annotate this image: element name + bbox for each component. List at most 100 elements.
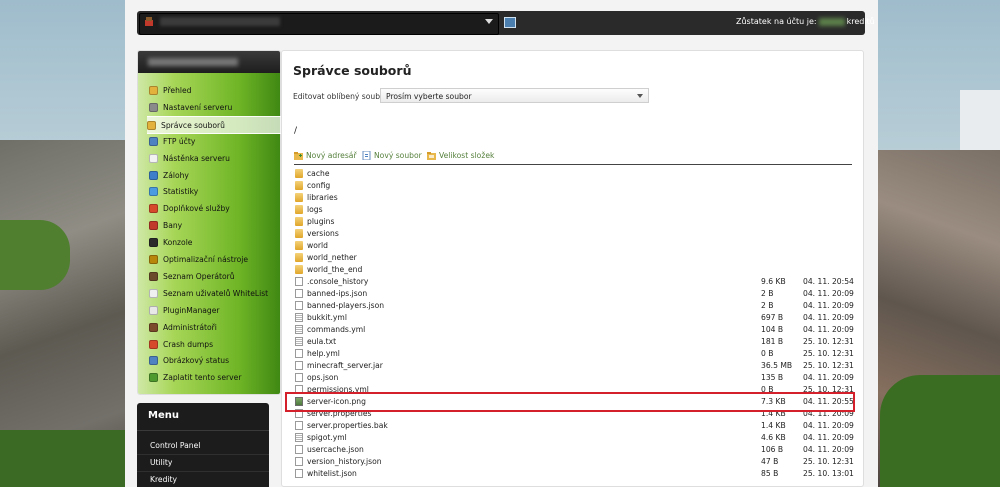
sidebar-item-ban[interactable]: Bany <box>149 217 279 233</box>
file-name: world_the_end <box>307 265 363 274</box>
file-row[interactable]: version_history.json 47 B 25. 10. 12:31 <box>294 456 854 468</box>
sidebar-item-whitelist[interactable]: Seznam uživatelů WhiteList <box>149 285 279 301</box>
file-icon <box>295 469 303 478</box>
sidebar-item-image-status[interactable]: Obrázkový status <box>149 352 279 368</box>
sidebar-item-label: Seznam Operátorů <box>163 271 235 281</box>
sidebar-item-label: Obrázkový status <box>163 355 230 365</box>
sidebar-server-name-redacted <box>148 58 238 66</box>
file-name: eula.txt <box>307 337 337 346</box>
file-row[interactable]: help.yml 0 B 25. 10. 12:31 <box>294 348 854 360</box>
sidebar-item-label: FTP účty <box>163 136 196 146</box>
sidebar-item-chart[interactable]: Statistiky <box>149 183 279 199</box>
favorite-file-select[interactable]: Prosím vyberte soubor <box>380 88 649 103</box>
file-name: help.yml <box>307 349 340 358</box>
file-date: 04. 11. 20:09 <box>803 313 854 322</box>
menu-item-control-panel[interactable]: Control Panel <box>150 441 200 450</box>
sidebar-item-crash[interactable]: Crash dumps <box>149 336 279 352</box>
file-name: minecraft_server.jar <box>307 361 383 370</box>
sidebar-item-backup[interactable]: Zálohy <box>149 167 279 183</box>
folder-row[interactable]: config <box>294 180 852 192</box>
file-name: bukkit.yml <box>307 313 347 322</box>
gift-icon <box>149 203 158 213</box>
file-name: config <box>307 181 331 190</box>
folder-icon <box>295 181 303 190</box>
file-row[interactable]: minecraft_server.jar 36.5 MB 25. 10. 12:31 <box>294 360 854 372</box>
sidebar-item-label: Bany <box>163 220 183 230</box>
folder-row[interactable]: versions <box>294 228 852 240</box>
file-icon <box>295 373 303 382</box>
sidebar-item-admin[interactable]: Administrátoři <box>149 319 279 335</box>
ftp-icon <box>149 136 158 146</box>
file-date: 25. 10. 13:01 <box>803 469 854 478</box>
menu-item-utility[interactable]: Utility <box>150 458 172 467</box>
folder-size-button[interactable]: Velikost složek <box>427 151 494 160</box>
file-name: server.properties.bak <box>307 421 388 430</box>
file-name: logs <box>307 205 323 214</box>
balance-label: Zůstatek na účtu je: <box>736 17 817 26</box>
folder-row[interactable]: world_the_end <box>294 264 852 276</box>
menu-divider <box>137 454 269 455</box>
sidebar-item-gift[interactable]: Doplňkové služby <box>149 200 279 216</box>
balance-suffix: kreditů <box>846 17 875 26</box>
file-icon <box>295 313 303 322</box>
file-row[interactable]: .console_history 9.6 KB 04. 11. 20:54 <box>294 276 854 288</box>
file-row[interactable]: spigot.yml 4.6 KB 04. 11. 20:09 <box>294 432 854 444</box>
highlight-box <box>285 392 855 412</box>
sidebar-item-folder[interactable]: Správce souborů <box>147 116 281 134</box>
file-date: 04. 11. 20:09 <box>803 325 854 334</box>
file-date: 25. 10. 12:31 <box>803 349 854 358</box>
file-date: 25. 10. 12:31 <box>803 361 854 370</box>
file-size: 181 B <box>761 337 784 346</box>
crash-icon <box>149 339 158 349</box>
sidebar-item-console[interactable]: Konzole <box>149 234 279 250</box>
folder-row[interactable]: world_nether <box>294 252 852 264</box>
whitelist-icon <box>149 288 158 298</box>
file-row[interactable]: eula.txt 181 B 25. 10. 12:31 <box>294 336 854 348</box>
sidebar-item-plugin[interactable]: PluginManager <box>149 302 279 318</box>
new-file-label: Nový soubor <box>374 151 422 160</box>
file-row[interactable]: banned-players.json 2 B 04. 11. 20:09 <box>294 300 854 312</box>
sidebar-item-board[interactable]: Nástěnka serveru <box>149 150 279 166</box>
file-row[interactable]: server.properties.bak 1.4 KB 04. 11. 20:09 <box>294 420 854 432</box>
file-row[interactable]: ops.json 135 B 04. 11. 20:09 <box>294 372 854 384</box>
chevron-down-icon[interactable] <box>485 19 493 24</box>
sidebar-item-tools[interactable]: Optimalizační nástroje <box>149 251 279 267</box>
file-name: libraries <box>307 193 338 202</box>
folder-size-label: Velikost složek <box>439 151 495 160</box>
file-row[interactable]: whitelist.json 85 B 25. 10. 13:01 <box>294 468 854 480</box>
folder-row[interactable]: world <box>294 240 852 252</box>
file-row[interactable]: banned-ips.json 2 B 04. 11. 20:09 <box>294 288 854 300</box>
sidebar-item-label: Správce souborů <box>161 120 225 130</box>
folder-row[interactable]: logs <box>294 204 852 216</box>
file-date: 04. 11. 20:09 <box>803 289 854 298</box>
sidebar-item-ftp[interactable]: FTP účty <box>149 133 279 149</box>
sidebar-item-wrench[interactable]: Nastavení serveru <box>149 99 279 115</box>
new-folder-label: Nový adresář <box>306 151 357 160</box>
sidebar-item-overview[interactable]: Přehled <box>149 82 279 98</box>
file-row[interactable]: bukkit.yml 697 B 04. 11. 20:09 <box>294 312 854 324</box>
file-size: 47 B <box>761 457 779 466</box>
file-row[interactable]: commands.yml 104 B 04. 11. 20:09 <box>294 324 854 336</box>
folder-row[interactable]: libraries <box>294 192 852 204</box>
file-date: 25. 10. 12:31 <box>803 337 854 346</box>
menu-item-kredity[interactable]: Kredity <box>150 475 177 484</box>
new-file-button[interactable]: Nový soubor <box>362 151 422 160</box>
sidebar-item-label: Zálohy <box>163 170 189 180</box>
file-date: 04. 11. 20:09 <box>803 445 854 454</box>
folder-row[interactable]: plugins <box>294 216 852 228</box>
sidebar-item-pay[interactable]: Zaplatit tento server <box>149 369 279 385</box>
account-balance: Zůstatek na účtu je: kreditů <box>736 17 875 26</box>
file-icon <box>295 289 303 298</box>
image-status-icon <box>149 355 158 365</box>
sidebar-item-operators[interactable]: Seznam Operátorů <box>149 268 279 284</box>
new-folder-button[interactable]: Nový adresář <box>294 151 357 160</box>
server-open-icon[interactable] <box>504 17 516 28</box>
sidebar-item-label: Optimalizační nástroje <box>163 254 249 264</box>
folder-icon <box>295 205 303 214</box>
file-name: world <box>307 241 328 250</box>
file-row[interactable]: usercache.json 106 B 04. 11. 20:09 <box>294 444 854 456</box>
folder-row[interactable]: cache <box>294 168 852 180</box>
file-date: 04. 11. 20:09 <box>803 433 854 442</box>
menu-divider <box>137 430 269 431</box>
console-icon <box>149 237 158 247</box>
